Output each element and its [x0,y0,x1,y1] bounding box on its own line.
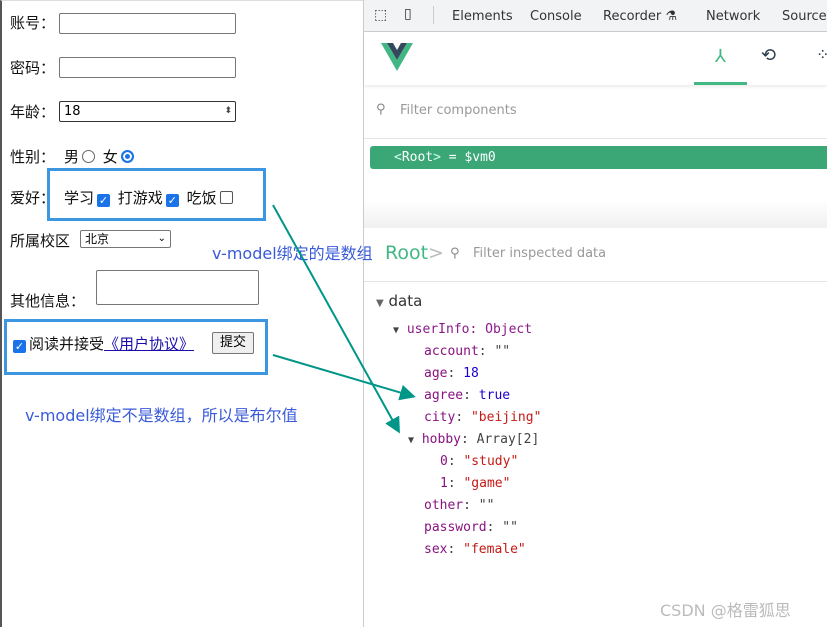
male-radio[interactable] [82,150,96,163]
field-key: account [424,344,479,359]
toolbar-divider [433,6,434,24]
userinfo-label: userInfo: Object [406,322,533,337]
sex-label: 性别： [10,148,56,166]
tab-recorder-label: Recorder [603,9,662,24]
field-key: city [424,410,456,425]
sex-options: 男 女 [64,146,137,167]
tab-elements[interactable]: Elements [452,9,513,24]
expand-arrow-icon: ▼ [408,435,415,446]
field-key: agree [424,388,464,403]
tab-network[interactable]: Network [706,9,760,24]
root-vm-ref: = $vm0 [448,150,496,165]
password-label: 密码： [10,59,56,77]
tab-console[interactable]: Console [530,9,582,24]
inspector-title: Root> [385,242,444,264]
tree-field-sex[interactable]: sex: "female" [424,542,526,557]
female-radio[interactable] [120,150,134,163]
field-value: 18 [463,366,479,381]
tree-userinfo[interactable]: ▼ userInfo: Object [393,322,532,337]
agree-highlight-box [4,319,268,375]
inspector-header: Root> ⚲ Filter inspected data [364,228,827,282]
other-label: 其他信息： [10,292,86,310]
field-key: password [424,520,487,535]
search-icon: ⚲ [376,102,386,117]
tree-field-password[interactable]: password: "" [424,520,518,535]
search-icon: ⚲ [450,246,460,261]
array-note: v-model绑定的是数组 [212,244,373,263]
field-value: "" [502,520,518,535]
age-value: 18 [64,104,81,119]
account-input[interactable] [59,13,236,34]
flask-icon: ⚗ [665,9,678,24]
field-key: 1 [440,476,448,491]
field-value: "beijing" [470,410,542,425]
city-select[interactable]: 北京 ⌄ [80,230,171,248]
vuex-icon[interactable]: ⁘ [816,45,827,64]
field-value: "study" [463,454,519,469]
vue-devtools-header: ⅄ ⟲ ⁘ [364,32,827,85]
tree-field-hobby[interactable]: ▼ hobby: Array[2] [408,432,539,447]
tree-field-0[interactable]: 0: "study" [440,454,518,469]
male-label: 男 [64,148,80,166]
tree-field-agree[interactable]: agree: true [424,388,510,403]
female-label: 女 [102,148,118,166]
tab-sources[interactable]: Sources [782,9,827,24]
filter-data-input[interactable]: Filter inspected data [473,246,606,261]
field-value: "" [478,498,495,513]
inspect-element-icon[interactable]: ⬚ [374,7,387,23]
hobby-highlight-box [47,168,266,221]
data-section[interactable]: ▼ data [376,292,422,310]
root-tag: Root [401,150,434,165]
account-label: 账号： [10,14,56,32]
pane-splitter[interactable] [364,200,827,228]
field-key: sex [424,542,448,557]
age-input[interactable]: 18 ⬍ [59,101,236,122]
tree-field-age[interactable]: age: 18 [424,366,479,381]
components-tab-icon[interactable]: ⅄ [694,32,747,85]
tree-field-1[interactable]: 1: "game" [440,476,510,491]
tree-field-city[interactable]: city: "beijing" [424,410,541,425]
filter-components[interactable]: ⚲ Filter components [364,85,827,139]
other-textarea[interactable] [96,270,259,305]
component-root-row[interactable]: <Root> = $vm0 [370,146,827,169]
field-key: hobby [421,432,461,447]
tree-field-other[interactable]: other: "" [424,498,494,513]
field-value: "female" [463,542,526,557]
spinner-icon[interactable]: ⬍ [224,102,232,121]
field-key: other [424,498,464,513]
password-input[interactable] [59,57,236,78]
field-key: age [424,366,448,381]
chevron-down-icon: ⌄ [157,233,166,244]
devtools-toolbar: ⬚ ▯ Elements Console Recorder ⚗ Network … [364,0,827,32]
device-toolbar-icon[interactable]: ▯ [404,6,412,22]
data-section-label: data [388,292,423,310]
tab-recorder[interactable]: Recorder ⚗ [603,9,677,24]
filter-components-input[interactable]: Filter components [400,103,517,118]
field-value: "game" [463,476,511,491]
city-value: 北京 [85,232,110,246]
field-value: "" [494,344,511,359]
bool-note: v-model绑定不是数组，所以是布尔值 [25,406,298,425]
field-value: true [478,388,511,403]
watermark: CSDN @格雷狐思 [660,601,791,620]
age-label: 年龄： [10,103,56,121]
history-icon[interactable]: ⟲ [761,45,776,66]
form-panel: 账号： 密码： 年龄： 18 ⬍ 性别： 男 女 爱好： 学习 ✓ 打游戏 ✓ 吃饭 … [0,0,363,627]
tree-field-account[interactable]: account: "" [424,344,510,359]
field-value: Array[2] [476,432,540,447]
field-key: 0 [440,454,448,469]
city-label: 所属校区 [10,232,71,250]
vue-logo [381,43,413,71]
